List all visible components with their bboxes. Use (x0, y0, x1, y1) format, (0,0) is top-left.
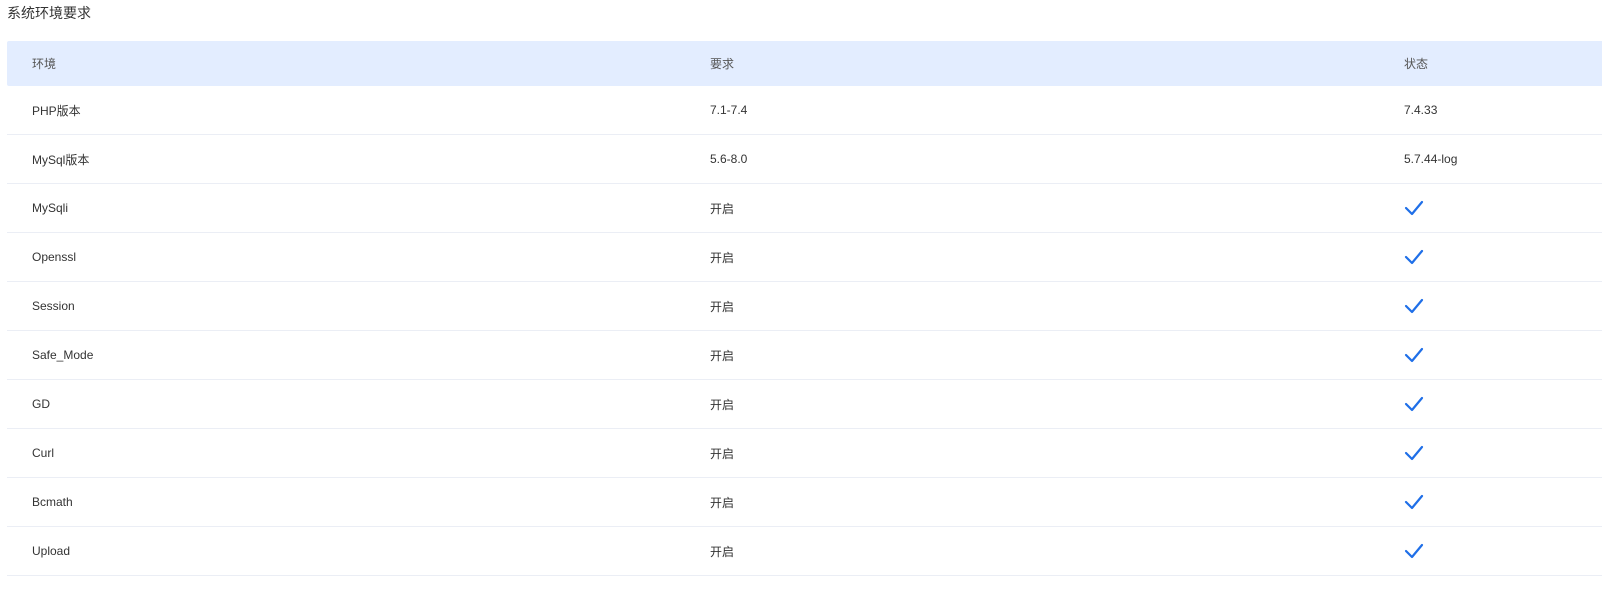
header-status: 状态 (1404, 57, 1429, 71)
env-cell: MySql版本 (32, 152, 90, 167)
status-cell (1404, 380, 1424, 428)
check-icon (1404, 347, 1424, 363)
requirement-cell: 7.1-7.4 (710, 103, 748, 117)
requirement-cell: 5.6-8.0 (710, 152, 748, 166)
env-cell: Curl (32, 446, 55, 460)
check-icon (1404, 249, 1424, 265)
table-row: Upload 开启 (7, 527, 1602, 576)
requirement-cell: 开启 (710, 348, 735, 363)
env-cell: Safe_Mode (32, 348, 94, 362)
status-cell (1404, 184, 1424, 232)
requirement-cell: 开启 (710, 397, 735, 412)
requirement-cell: 开启 (710, 446, 735, 461)
env-cell: Session (32, 299, 75, 313)
table-row: GD 开启 (7, 380, 1602, 429)
env-cell: GD (32, 397, 50, 411)
status-cell (1404, 233, 1424, 281)
requirement-cell: 开启 (710, 544, 735, 559)
table-row: Safe_Mode 开启 (7, 331, 1602, 380)
table-row: Curl 开启 (7, 429, 1602, 478)
header-requirement: 要求 (710, 57, 735, 71)
status-cell: 5.7.44-log (1404, 152, 1458, 166)
status-cell (1404, 429, 1424, 477)
status-cell: 7.4.33 (1404, 103, 1438, 117)
table-row: MySqli 开启 (7, 184, 1602, 233)
requirement-cell: 开启 (710, 299, 735, 314)
table-row: MySql版本 5.6-8.0 5.7.44-log (7, 135, 1602, 184)
system-requirements-page: 系统环境要求 环境 要求 状态 PHP版本 7.1-7.4 7.4.33 MyS… (0, 0, 1602, 590)
section-title: 系统环境要求 (7, 5, 91, 21)
requirement-cell: 开启 (710, 250, 735, 265)
header-environment: 环境 (32, 57, 57, 71)
env-cell: Upload (32, 544, 71, 558)
check-icon (1404, 298, 1424, 314)
status-cell (1404, 331, 1424, 379)
check-icon (1404, 200, 1424, 216)
table-row: PHP版本 7.1-7.4 7.4.33 (7, 86, 1602, 135)
env-cell: MySqli (32, 201, 69, 215)
table-row: Bcmath 开启 (7, 478, 1602, 527)
requirement-cell: 开启 (710, 201, 735, 216)
requirements-table: 环境 要求 状态 PHP版本 7.1-7.4 7.4.33 MySql版本 5.… (7, 41, 1602, 576)
check-icon (1404, 494, 1424, 510)
requirement-cell: 开启 (710, 495, 735, 510)
table-row: Session 开启 (7, 282, 1602, 331)
check-icon (1404, 445, 1424, 461)
check-icon (1404, 396, 1424, 412)
status-cell (1404, 478, 1424, 526)
status-cell (1404, 282, 1424, 330)
table-header-row: 环境 要求 状态 (7, 41, 1602, 86)
check-icon (1404, 543, 1424, 559)
env-cell: PHP版本 (32, 103, 81, 118)
status-cell (1404, 527, 1424, 575)
env-cell: Openssl (32, 250, 77, 264)
table-row: Openssl 开启 (7, 233, 1602, 282)
env-cell: Bcmath (32, 495, 73, 509)
